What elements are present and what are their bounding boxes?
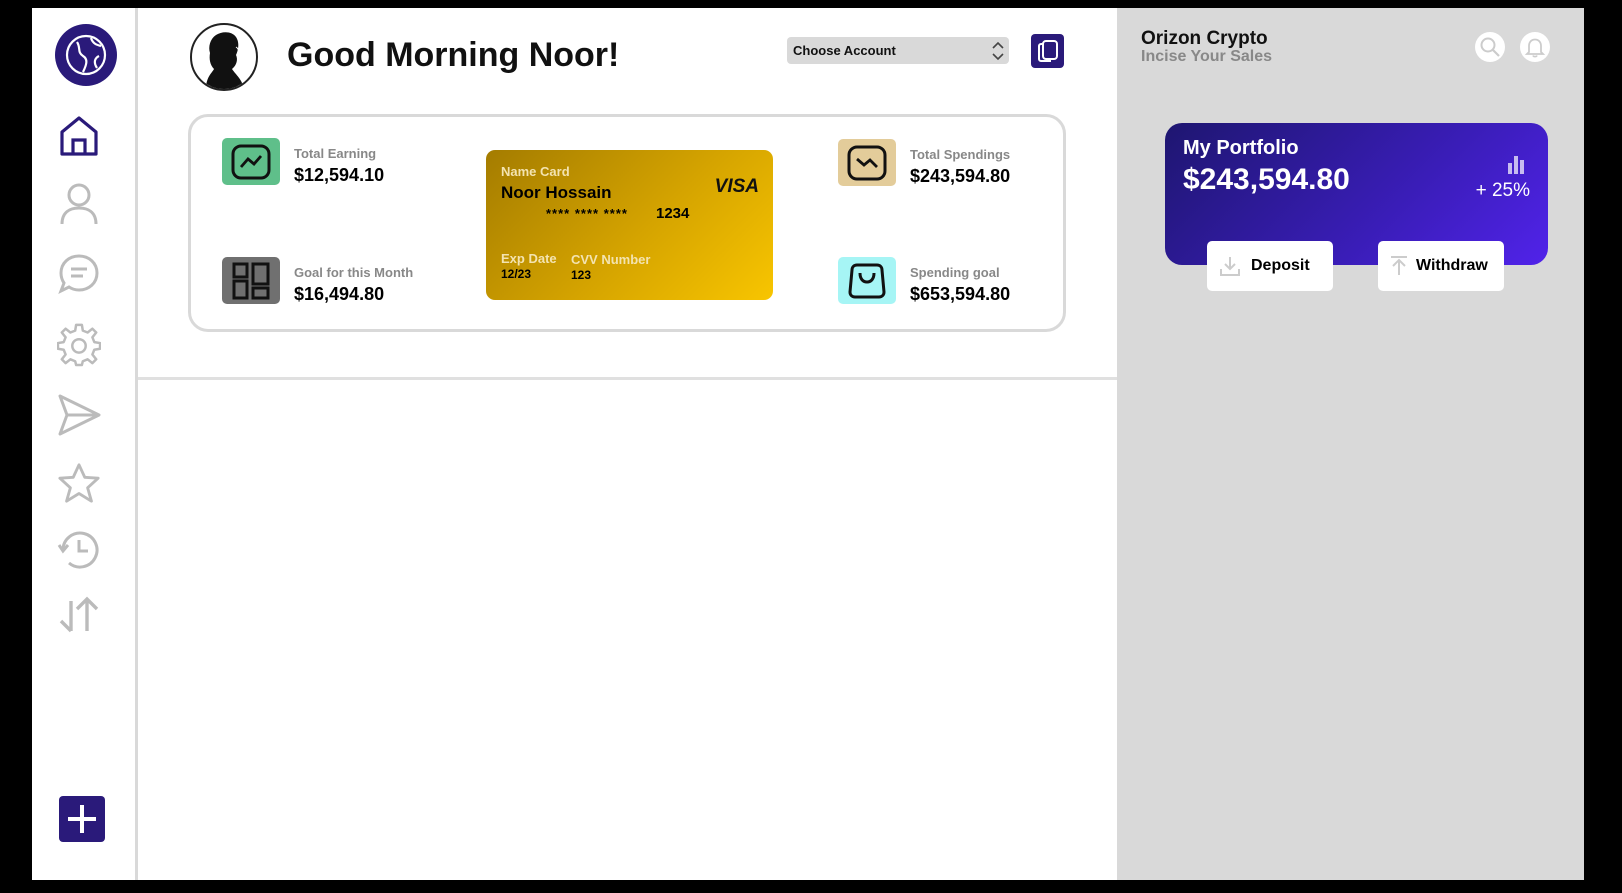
bar-chart-icon: [1508, 156, 1524, 174]
transfer-icon[interactable]: [57, 593, 101, 637]
updown-chevron-icon: [992, 41, 1004, 61]
greeting-title: Good Morning Noor!: [287, 36, 620, 74]
avatar[interactable]: [190, 23, 258, 91]
stat-label: Spending goal: [910, 265, 1000, 280]
trend-down-icon: [838, 139, 896, 186]
trend-up-icon: [222, 138, 280, 185]
upload-icon: [1391, 256, 1407, 275]
main-content: Good Morning Noor! Choose Account Total …: [138, 8, 1117, 880]
globe-logo-icon[interactable]: [55, 24, 117, 86]
right-panel: Orizon Crypto Incise Your Sales My Portf…: [1117, 8, 1584, 880]
card-brand: VISA: [714, 176, 759, 197]
account-select-label: Choose Account: [793, 43, 896, 58]
settings-icon[interactable]: [57, 322, 101, 367]
deposit-button[interactable]: Deposit: [1207, 241, 1333, 291]
home-icon[interactable]: [57, 114, 101, 158]
copy-button[interactable]: [1031, 34, 1064, 68]
shopping-bag-icon: [838, 257, 896, 304]
card-cvv-label: CVV Number: [571, 252, 651, 267]
dashboard-icon: [222, 257, 280, 304]
stat-value: $12,594.10: [294, 165, 385, 185]
card-exp-label: Exp Date: [501, 251, 557, 266]
withdraw-button[interactable]: Withdraw: [1378, 241, 1504, 291]
search-button[interactable]: [1475, 32, 1505, 62]
app-window: Good Morning Noor! Choose Account Total …: [32, 8, 1584, 880]
download-icon: [1220, 257, 1240, 276]
brand-name: Orizon Crypto: [1141, 28, 1268, 49]
card-cvv-value: 123: [571, 268, 592, 282]
star-icon[interactable]: [57, 461, 101, 505]
search-icon: [1480, 37, 1500, 57]
stat-label: Goal for this Month: [294, 265, 414, 280]
chat-icon[interactable]: [57, 252, 101, 296]
portfolio-change: + 25%: [1475, 180, 1530, 201]
stat-value: $243,594.80: [910, 166, 1011, 186]
user-icon[interactable]: [57, 182, 101, 226]
add-button[interactable]: [59, 796, 105, 842]
plus-icon: [68, 805, 96, 833]
deposit-label: Deposit: [1251, 257, 1310, 274]
send-icon[interactable]: [57, 393, 101, 437]
card-name-label: Name Card: [501, 164, 570, 179]
visa-card[interactable]: Name Card Noor Hossain VISA **** **** **…: [486, 150, 773, 300]
history-icon[interactable]: [57, 528, 101, 572]
card-number-last: 1234: [656, 205, 690, 222]
withdraw-label: Withdraw: [1416, 257, 1488, 274]
card-exp-value: 12/23: [501, 267, 532, 281]
account-select[interactable]: Choose Account: [787, 37, 1009, 64]
card-holder-name: Noor Hossain: [501, 183, 612, 202]
stat-value: $653,594.80: [910, 284, 1011, 304]
sidebar: [32, 8, 138, 880]
stat-value: $16,494.80: [294, 284, 385, 304]
card-number-masked: **** **** ****: [546, 206, 628, 221]
stat-label: Total Spendings: [910, 147, 1011, 162]
notifications-button[interactable]: [1520, 32, 1550, 62]
summary-panel: Total Earning $12,594.10 Goal for this M…: [188, 114, 1066, 332]
bell-icon: [1524, 38, 1546, 58]
brand-tagline: Incise Your Sales: [1141, 48, 1273, 65]
copy-icon: [1037, 40, 1058, 62]
portfolio-value: $243,594.80: [1183, 163, 1350, 196]
dashboard-header-section: Good Morning Noor! Choose Account Total …: [138, 8, 1117, 380]
stat-label: Total Earning: [294, 146, 377, 161]
portfolio-title: My Portfolio: [1183, 137, 1299, 159]
